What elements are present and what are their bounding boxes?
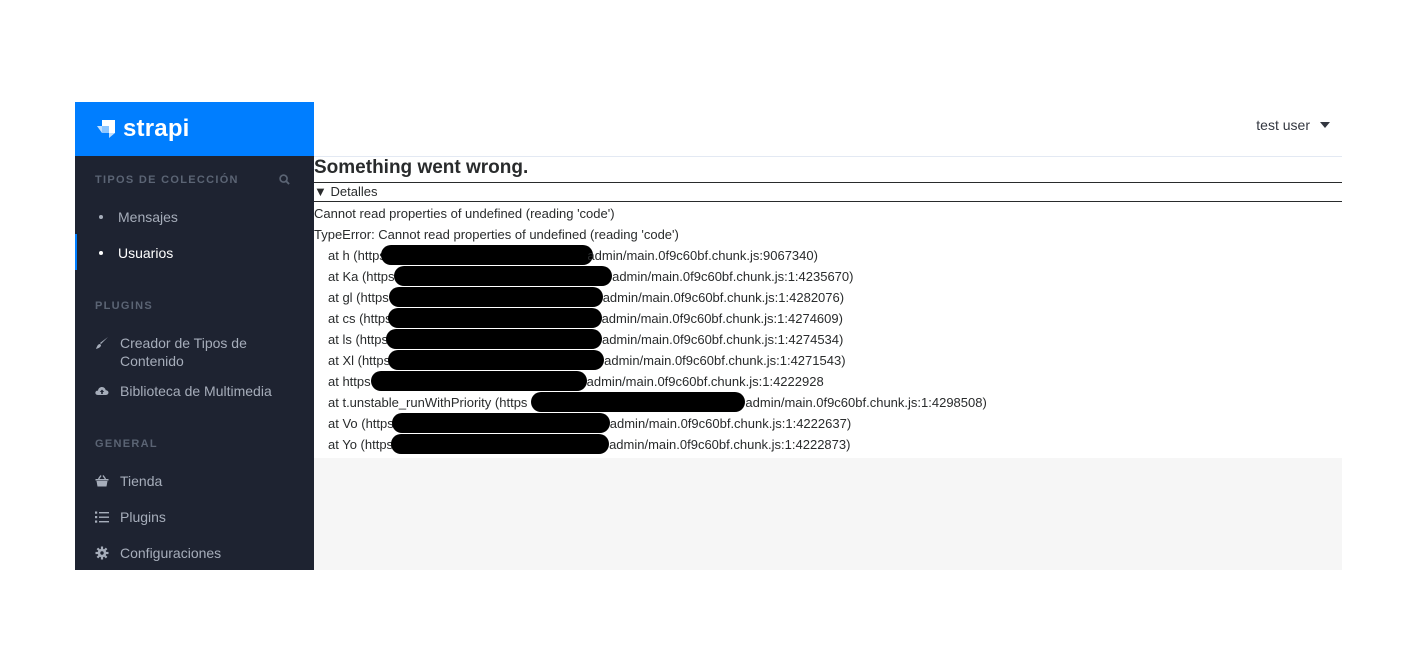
sidebar: strapi TIPOS DE COLECCIÓN Mensajes Usuar… <box>75 102 314 570</box>
stack-line: at gl (https admin/main.0f9c60bf.chunk.js… <box>314 287 1342 308</box>
details-disclosure[interactable]: ▼ Detalles <box>314 182 1342 202</box>
sidebar-item-configuraciones[interactable]: Configuraciones <box>75 544 314 562</box>
stack-line-prefix: at https <box>328 374 371 389</box>
stack-line-suffix: admin/main.0f9c60bf.chunk.js:1:4222873) <box>609 437 851 452</box>
sidebar-item-label: Creador de Tipos de Contenido <box>120 335 247 369</box>
search-icon[interactable] <box>279 174 290 185</box>
stack-line: at t.unstable_runWithPriority (https admi… <box>314 392 1342 413</box>
sidebar-item-media-library[interactable]: Biblioteca de Multimedia <box>75 382 314 400</box>
brand-name: strapi <box>123 115 190 142</box>
stack-line: at cs (https admin/main.0f9c60bf.chunk.js… <box>314 308 1342 329</box>
stack-line-prefix: at Ka (https: <box>328 269 399 284</box>
gear-icon <box>95 546 109 560</box>
sidebar-item-label: Mensajes <box>118 209 178 225</box>
redaction-mark <box>381 245 594 265</box>
section-title-label: TIPOS DE COLECCIÓN <box>95 174 239 186</box>
stack-line-prefix: at ls (https <box>328 332 388 347</box>
list-icon <box>95 511 109 523</box>
error-boundary: Something went wrong. ▼ Detalles Cannot … <box>314 157 1342 458</box>
stack-line-prefix: at h (https: <box>328 248 390 263</box>
error-title: Something went wrong. <box>314 157 529 178</box>
shopping-basket-icon <box>95 475 109 487</box>
section-title-collection-types: TIPOS DE COLECCIÓN <box>75 174 314 186</box>
stack-line: at https admin/main.0f9c60bf.chunk.js:1:4… <box>314 371 1342 392</box>
error-message: Cannot read properties of undefined (rea… <box>314 206 615 221</box>
caret-down-icon <box>1320 122 1330 128</box>
redaction-mark <box>388 350 605 370</box>
sidebar-item-tienda[interactable]: Tienda <box>75 472 314 490</box>
redaction-mark <box>387 308 602 328</box>
stack-line-suffix: admin/main.0f9c60bf.chunk.js:1:4274534) <box>601 332 844 347</box>
paintbrush-icon <box>96 337 108 349</box>
app-window: strapi TIPOS DE COLECCIÓN Mensajes Usuar… <box>75 102 1342 570</box>
sidebar-item-label: Biblioteca de Multimedia <box>120 383 272 399</box>
stack-line-prefix: at Xl (https <box>328 353 391 368</box>
stack-line: at Yo (https admin/main.0f9c60bf.chunk.js… <box>314 434 1342 455</box>
stack-line: at Vo (https admin/main.0f9c60bf.chunk.js… <box>314 413 1342 434</box>
stack-line-prefix: at t.unstable_runWithPriority (https <box>328 395 528 410</box>
section-title-general: GENERAL <box>95 438 158 450</box>
bullet-icon <box>99 215 103 219</box>
stack-line-suffix: admin/main.0f9c60bf.chunk.js:9067340) <box>587 248 818 263</box>
section-title-plugins: PLUGINS <box>95 300 153 312</box>
stack-line-suffix: admin/main.0f9c60bf.chunk.js:1:4222637) <box>609 416 852 431</box>
sidebar-item-label: Usuarios <box>118 245 174 261</box>
stack-line-suffix: admin/main.0f9c60bf.chunk.js:1:4222928 <box>586 374 824 389</box>
sidebar-item-content-type-builder[interactable]: Creador de Tipos de Contenido <box>75 334 314 370</box>
stack-line: at Xl (https admin/main.0f9c60bf.chunk.js… <box>314 350 1342 371</box>
stack-line: at h (https: admin/main.0f9c60bf.chunk.js… <box>314 245 1342 266</box>
redaction-mark <box>370 371 587 391</box>
stack-line-prefix: at Vo (https <box>328 416 394 431</box>
top-header: test user <box>314 102 1342 157</box>
cloud-upload-icon <box>95 387 109 395</box>
redaction-mark <box>385 329 602 349</box>
stack-line-suffix: admin/main.0f9c60bf.chunk.js:1:4298508) <box>745 395 987 410</box>
redaction-mark <box>391 413 610 433</box>
stack-line: at ls (https admin/main.0f9c60bf.chunk.js… <box>314 329 1342 350</box>
sidebar-item-label: Tienda <box>120 473 163 489</box>
redaction-mark <box>394 266 613 286</box>
brand-bar[interactable]: strapi <box>75 102 314 156</box>
stack-line-suffix: admin/main.0f9c60bf.chunk.js:1:4274609) <box>601 311 843 326</box>
bullet-icon <box>99 251 103 255</box>
stack-line-prefix: at Yo (https <box>328 437 394 452</box>
error-type: TypeError: Cannot read properties of und… <box>314 227 679 242</box>
strapi-logo-icon <box>97 120 115 138</box>
main-content: test user Something went wrong. ▼ Detall… <box>314 102 1342 570</box>
redaction-mark <box>391 434 610 454</box>
stack-line-suffix: admin/main.0f9c60bf.chunk.js:1:4235670) <box>612 269 854 284</box>
sidebar-item-plugins[interactable]: Plugins <box>75 508 314 526</box>
user-menu[interactable]: test user <box>1256 117 1330 133</box>
stack-line-suffix: admin/main.0f9c60bf.chunk.js:1:4282076) <box>602 290 845 305</box>
sidebar-item-label: Configuraciones <box>120 545 222 561</box>
redaction-mark <box>531 392 746 412</box>
sidebar-item-usuarios[interactable]: Usuarios <box>75 244 314 262</box>
stack-line: at Ka (https: admin/main.0f9c60bf.chunk.j… <box>314 266 1342 287</box>
user-name: test user <box>1256 117 1310 133</box>
stack-line-prefix: at cs (https <box>328 311 392 326</box>
stack-line-suffix: admin/main.0f9c60bf.chunk.js:1:4271543) <box>604 353 846 368</box>
sidebar-item-label: Plugins <box>120 509 166 525</box>
stack-line-prefix: at gl (https <box>328 290 389 305</box>
details-toggle[interactable]: ▼ Detalles <box>314 184 377 199</box>
sidebar-item-mensajes[interactable]: Mensajes <box>75 208 314 226</box>
redaction-mark <box>388 287 603 307</box>
